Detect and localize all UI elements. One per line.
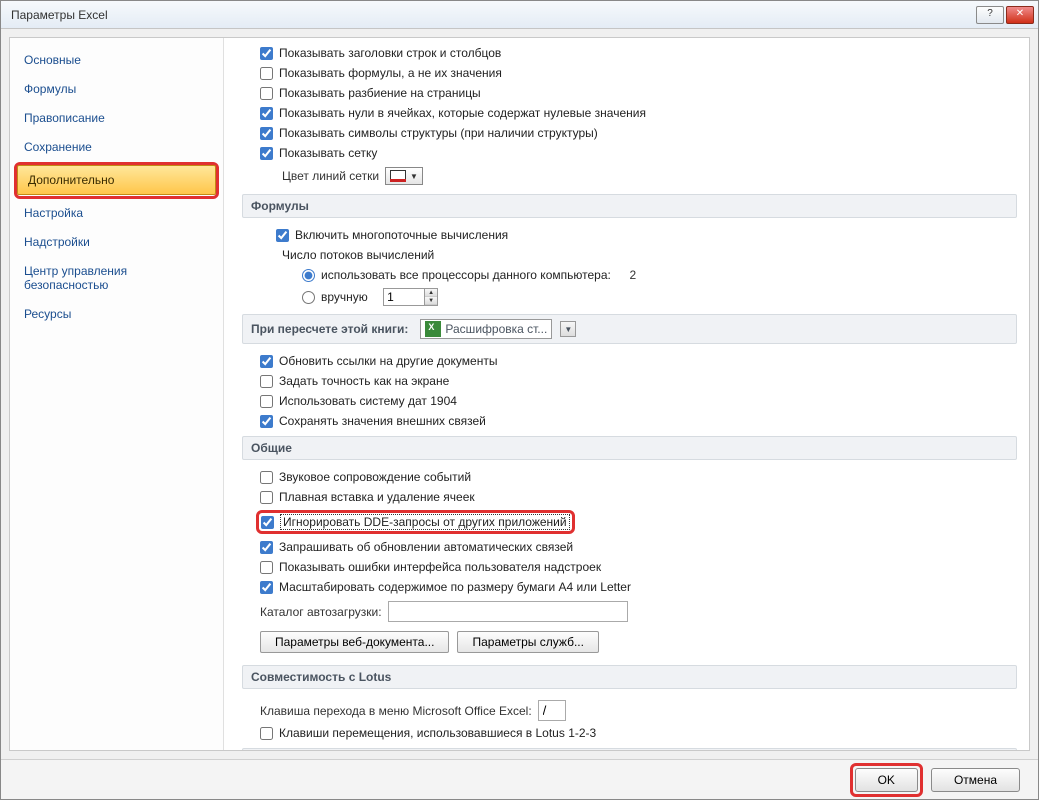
window-title: Параметры Excel [5, 8, 976, 22]
lbl-lotus-keys: Клавиши перемещения, использовавшиеся в … [279, 726, 596, 740]
recalc-book-select[interactable]: Расшифровка ст... [420, 319, 552, 339]
sidebar-highlight: Дополнительно [14, 162, 219, 199]
lbl-thread-count: Число потоков вычислений [282, 248, 434, 262]
sidebar-item-trust[interactable]: Центр управления безопасностью [14, 257, 219, 299]
excel-options-window: Параметры Excel ? ✕ Основные Формулы Пра… [0, 0, 1039, 800]
sidebar-item-resources[interactable]: Ресурсы [14, 300, 219, 328]
sidebar-item-formulas[interactable]: Формулы [14, 75, 219, 103]
web-params-button[interactable]: Параметры веб-документа... [260, 631, 449, 653]
chk-ask-update[interactable] [260, 541, 273, 554]
chk-save-ext[interactable] [260, 415, 273, 428]
color-swatch-icon [390, 170, 406, 182]
lbl-startup-folder: Каталог автозагрузки: [260, 605, 382, 619]
lbl-smooth: Плавная вставка и удаление ячеек [279, 490, 475, 504]
startup-folder-input[interactable] [388, 601, 628, 622]
recalc-book-drop[interactable]: ▼ [560, 321, 576, 337]
section-lotus-compat: Совместимость с Lotus [242, 665, 1017, 689]
chk-multithread[interactable] [276, 229, 289, 242]
ok-button[interactable]: OK [855, 768, 918, 792]
sidebar-item-advanced[interactable]: Дополнительно [17, 165, 216, 195]
spin-threads[interactable]: ▲▼ [383, 288, 438, 306]
main-panel: Показывать заголовки строк и столбцов По… [224, 38, 1029, 750]
radio-manual[interactable] [302, 291, 315, 304]
lbl-page-breaks: Показывать разбиение на страницы [279, 86, 481, 100]
cancel-button[interactable]: Отмена [931, 768, 1020, 792]
excel-book-icon [425, 321, 441, 337]
chk-addin-errors[interactable] [260, 561, 273, 574]
lbl-show-headers: Показывать заголовки строк и столбцов [279, 46, 501, 60]
chk-page-breaks[interactable] [260, 87, 273, 100]
lbl-sound: Звуковое сопровождение событий [279, 470, 471, 484]
lbl-precision: Задать точность как на экране [279, 374, 449, 388]
content-area: Основные Формулы Правописание Сохранение… [9, 37, 1030, 751]
section-general: Общие [242, 436, 1017, 460]
spin-down-icon[interactable]: ▼ [425, 297, 437, 305]
help-button[interactable]: ? [976, 6, 1004, 24]
proc-count: 2 [630, 268, 637, 282]
chk-scale-a4[interactable] [260, 581, 273, 594]
section-recalc: При пересчете этой книги: Расшифровка ст… [242, 314, 1017, 344]
lbl-multithread: Включить многопоточные вычисления [295, 228, 508, 242]
lbl-update-links: Обновить ссылки на другие документы [279, 354, 497, 368]
lbl-addin-errors: Показывать ошибки интерфейса пользовател… [279, 560, 601, 574]
sidebar-item-main[interactable]: Основные [14, 46, 219, 74]
lbl-save-ext: Сохранять значения внешних связей [279, 414, 486, 428]
lbl-show-grid: Показывать сетку [279, 146, 377, 160]
spin-threads-input[interactable] [384, 289, 424, 305]
chk-show-grid[interactable] [260, 147, 273, 160]
chk-update-links[interactable] [260, 355, 273, 368]
lbl-grid-color: Цвет линий сетки [282, 169, 379, 183]
lbl-manual: вручную [321, 290, 368, 304]
chk-outline[interactable] [260, 127, 273, 140]
lbl-show-formulas: Показывать формулы, а не их значения [279, 66, 502, 80]
lbl-ignore-dde: Игнорировать DDE-запросы от других прило… [280, 514, 570, 530]
chk-show-headers[interactable] [260, 47, 273, 60]
section-lotus-params: Параметры совместимости с Lotus для: Лис… [242, 748, 1017, 750]
chk-show-zero[interactable] [260, 107, 273, 120]
grid-color-picker[interactable]: ▼ [385, 167, 423, 185]
chk-lotus-keys[interactable] [260, 727, 273, 740]
chk-sound[interactable] [260, 471, 273, 484]
close-button[interactable]: ✕ [1006, 6, 1034, 24]
spin-up-icon[interactable]: ▲ [425, 289, 437, 297]
lbl-all-proc: использовать все процессоры данного комп… [321, 268, 611, 282]
lbl-menu-key: Клавиша перехода в меню Microsoft Office… [260, 704, 532, 718]
chk-ignore-dde[interactable] [261, 516, 274, 529]
chk-1904[interactable] [260, 395, 273, 408]
chk-show-formulas[interactable] [260, 67, 273, 80]
section-formulas: Формулы [242, 194, 1017, 218]
radio-all-proc[interactable] [302, 269, 315, 282]
dde-highlight: Игнорировать DDE-запросы от других прило… [256, 510, 575, 534]
menu-key-input[interactable] [538, 700, 566, 721]
sidebar-item-save[interactable]: Сохранение [14, 133, 219, 161]
lbl-show-zero: Показывать нули в ячейках, которые содер… [279, 106, 646, 120]
sidebar-item-customize[interactable]: Настройка [14, 199, 219, 227]
footer: OK Отмена [1, 759, 1038, 799]
lbl-outline: Показывать символы структуры (при наличи… [279, 126, 598, 140]
lbl-ask-update: Запрашивать об обновлении автоматических… [279, 540, 573, 554]
sidebar-item-addins[interactable]: Надстройки [14, 228, 219, 256]
lbl-scale-a4: Масштабировать содержимое по размеру бум… [279, 580, 631, 594]
titlebar: Параметры Excel ? ✕ [1, 1, 1038, 29]
chk-smooth[interactable] [260, 491, 273, 504]
sidebar-item-proofing[interactable]: Правописание [14, 104, 219, 132]
chk-precision[interactable] [260, 375, 273, 388]
lbl-1904: Использовать систему дат 1904 [279, 394, 457, 408]
sidebar: Основные Формулы Правописание Сохранение… [10, 38, 224, 750]
ok-highlight: OK [850, 763, 923, 797]
service-params-button[interactable]: Параметры служб... [457, 631, 598, 653]
